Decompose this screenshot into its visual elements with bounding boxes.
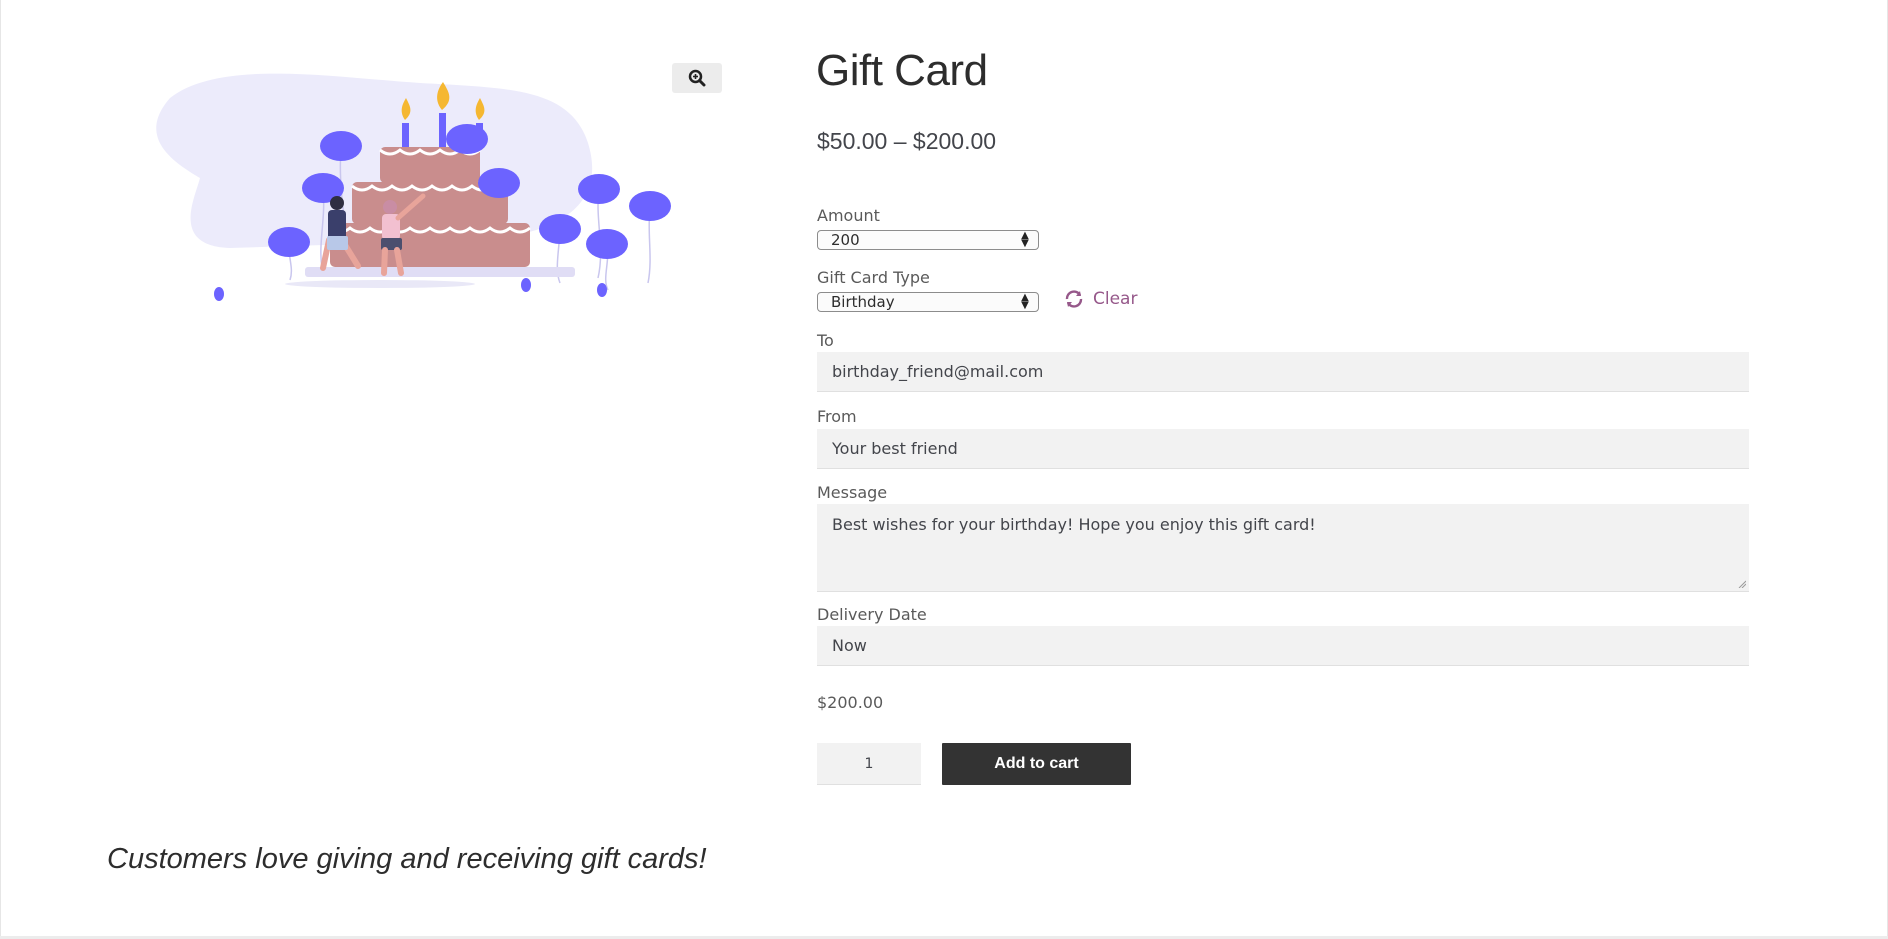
price-range: $50.00 – $200.00 [817,128,997,154]
zoom-button[interactable] [672,63,722,93]
from-label: From [817,407,857,426]
tagline: Customers love giving and receiving gift… [107,843,707,875]
zoom-in-icon [688,69,706,87]
add-to-cart-button[interactable]: Add to cart [942,743,1131,785]
quantity-input[interactable]: 1 [817,743,921,785]
from-field[interactable]: Your best friend [817,429,1749,469]
refresh-icon [1065,290,1083,308]
message-field[interactable]: Best wishes for your birthday! Hope you … [817,504,1749,592]
amount-value: 200 [831,231,860,249]
clear-link[interactable]: Clear [1063,289,1137,309]
to-label: To [817,331,834,350]
card-type-select[interactable]: Birthday ▲ ▼ [817,292,1039,312]
to-field[interactable]: birthday_friend@mail.com [817,352,1749,392]
message-label: Message [817,483,888,502]
card-type-label: Gift Card Type [817,268,930,287]
message-text: Best wishes for your birthday! Hope you … [832,515,1316,534]
card-type-value: Birthday [831,293,895,311]
delivery-date-label: Delivery Date [817,605,927,624]
birthday-cake-illustration [156,73,671,301]
select-arrows-icon: ▲ ▼ [1021,292,1029,311]
amount-select[interactable]: 200 ▲ ▼ [817,230,1039,250]
select-arrows-icon: ▲ ▼ [1021,230,1029,249]
delivery-date-field[interactable]: Now [817,626,1749,666]
product-image[interactable] [150,68,690,318]
resize-grip-icon[interactable] [1738,580,1746,588]
selected-price: $200.00 [817,693,884,712]
amount-label: Amount [817,206,880,225]
clear-label: Clear [1093,289,1138,309]
product-title: Gift Card [816,46,988,95]
